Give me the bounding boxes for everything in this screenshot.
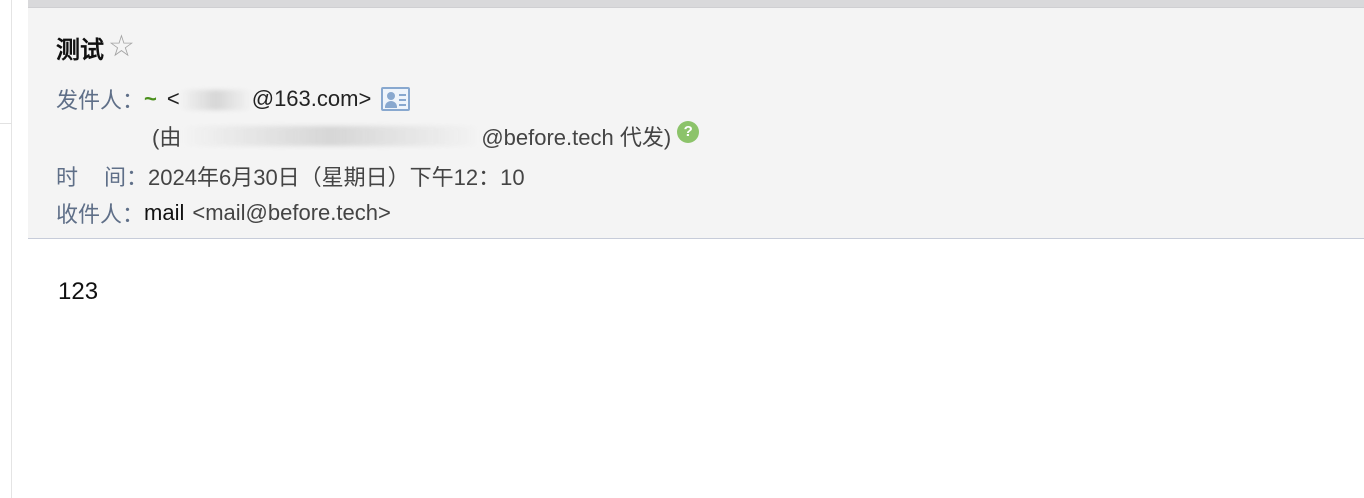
time-label-second: 间： (104, 165, 149, 190)
redacted-text (179, 90, 252, 111)
recipient-name[interactable]: mail (144, 200, 184, 226)
left-rail (0, 0, 12, 498)
mail-header: 测试 ☆ 发件人： ~ < @163.com> (由 @before.tech 代… (28, 8, 1364, 239)
mail-subject: 测试 ☆ (56, 30, 135, 65)
sender-address-start: < (166, 86, 180, 111)
time-value: 2024年6月30日（星期日）下午12：10 (148, 165, 525, 190)
redacted-text (181, 126, 482, 146)
mail-body: 123 (58, 278, 99, 305)
sender-address[interactable]: < @163.com> (167, 86, 371, 112)
star-icon[interactable]: ☆ (108, 31, 135, 62)
to-label: 收件人： (56, 202, 145, 227)
top-strip (28, 0, 1364, 8)
subject-text: 测试 (56, 37, 104, 64)
help-icon[interactable]: ? (677, 121, 700, 143)
via-row: (由 @before.tech 代发) ? (152, 120, 700, 152)
time-row: 时 间： 2024年6月30日（星期日）下午12：10 (56, 160, 525, 192)
from-label: 发件人： (56, 88, 145, 113)
via-suffix: @before.tech 代发) (481, 125, 672, 150)
sender-address-end: @163.com> (251, 86, 372, 111)
via-prefix: (由 (152, 125, 182, 150)
sender-mark: ~ (144, 86, 157, 111)
time-label-first: 时 (56, 165, 79, 190)
from-row: 发件人： ~ < @163.com> (56, 83, 411, 115)
contact-card-icon[interactable] (381, 87, 411, 111)
recipient-address[interactable]: <mail@before.tech> (192, 200, 390, 226)
rail-divider (0, 123, 12, 124)
to-row: 收件人： mail <mail@before.tech> (56, 197, 391, 229)
